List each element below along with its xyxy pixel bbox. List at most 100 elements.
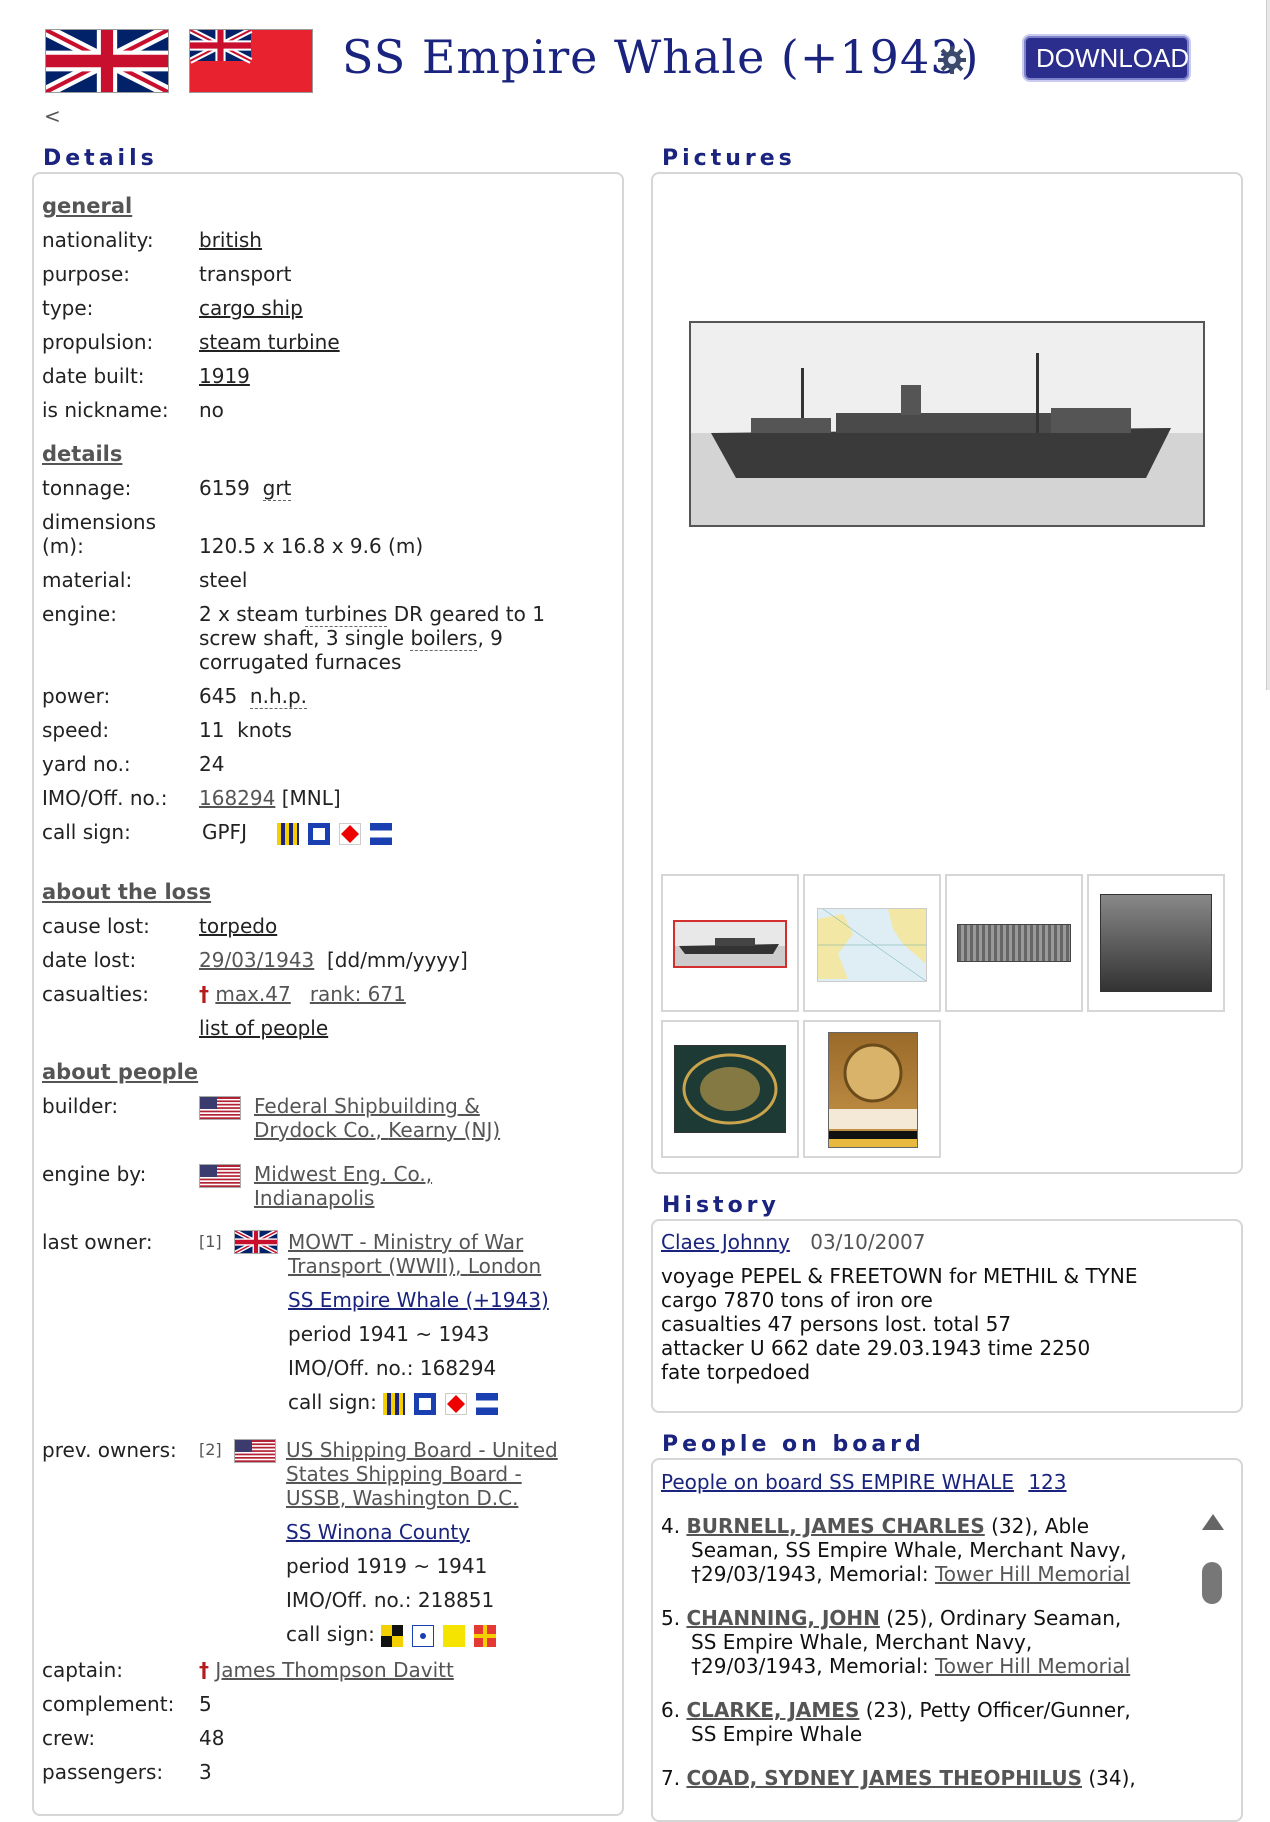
callsign-value: GPFJ — [202, 820, 401, 845]
people-on-board-link[interactable]: People on board SS EMPIRE WHALE — [661, 1470, 1014, 1494]
nationality-label: nationality: — [42, 228, 154, 252]
person-link[interactable]: CLARKE, JAMES — [686, 1698, 859, 1722]
specs-heading[interactable]: details — [42, 442, 122, 466]
engine-text: screw shaft, 3 single — [199, 626, 411, 650]
engine-by-line2[interactable]: Indianapolis — [254, 1186, 432, 1210]
prev-owner-line3a[interactable]: USSB — [286, 1486, 340, 1510]
memorial-link[interactable]: Tower Hill Memorial — [935, 1654, 1130, 1678]
list-of-people-link[interactable]: list of people — [199, 1016, 328, 1040]
page-edge-scrollbar[interactable] — [1266, 0, 1270, 690]
last-owner-link[interactable]: MOWT - Ministry of War Transport (WWII),… — [288, 1230, 541, 1278]
signal-flag-p-icon — [413, 1392, 436, 1415]
crew-value: 48 — [199, 1726, 225, 1750]
prev-owner-line3b[interactable]: Washington D.C. — [352, 1486, 518, 1510]
propulsion-link[interactable]: steam turbine — [199, 330, 340, 354]
history-text: voyage PEPEL & FREETOWN for METHIL & TYN… — [661, 1264, 1137, 1384]
dimensions-value: 120.5 x 16.8 x 9.6 (m) — [199, 534, 424, 558]
lloyds-book-cover — [828, 1032, 918, 1148]
callsign-text: GPFJ — [202, 820, 247, 844]
signal-flag-g-icon — [277, 822, 300, 845]
history-author-link[interactable]: Claes Johnny — [661, 1230, 790, 1254]
person-link[interactable]: CHANNING, JOHN — [686, 1606, 879, 1630]
history-meta: Claes Johnny 03/10/2007 — [661, 1230, 926, 1254]
last-owner-line2a[interactable]: Transport (WWII) — [288, 1254, 455, 1278]
list-item: 7. COAD, SYDNEY JAMES THEOPHILUS (34), — [661, 1766, 1201, 1790]
date-lost-day-link[interactable]: 29/03/ — [199, 948, 263, 972]
prev-owner-ship-link[interactable]: SS Winona County — [286, 1520, 470, 1544]
person-link[interactable]: BURNELL, JAMES CHARLES — [686, 1514, 984, 1538]
purpose-label: purpose: — [42, 262, 130, 286]
builder-line2b[interactable]: Kearny (NJ) — [388, 1118, 500, 1142]
thumbnail-map[interactable] — [803, 874, 941, 1012]
date-built-link[interactable]: 1919 — [199, 364, 250, 388]
complement-label: complement: — [42, 1692, 175, 1716]
complement-value: 5 — [199, 1692, 212, 1716]
person-link[interactable]: COAD, SYDNEY JAMES THEOPHILUS — [686, 1766, 1082, 1790]
last-owner-callsign: call sign: — [288, 1390, 507, 1415]
type-label: type: — [42, 296, 94, 320]
power-number: 645 — [199, 684, 238, 708]
imo-value: 168294 [MNL] — [199, 786, 341, 810]
people-heading[interactable]: about people — [42, 1060, 198, 1084]
speed-label: speed: — [42, 718, 110, 742]
scroll-up-arrow-icon[interactable] — [1200, 1512, 1226, 1532]
map-image — [817, 908, 927, 982]
builder-link[interactable]: Federal Shipbuilding & Drydock Co., Kear… — [254, 1094, 500, 1142]
nationality-link[interactable]: british — [199, 228, 262, 252]
engine-by-link[interactable]: Midwest Eng. Co., Indianapolis — [254, 1162, 432, 1210]
date-built-label: date built: — [42, 364, 145, 388]
thumbnail-ship-plan[interactable] — [945, 874, 1083, 1012]
builder-line2a[interactable]: Drydock Co. — [254, 1118, 376, 1142]
download-button[interactable]: DOWNLOAD — [1024, 36, 1189, 80]
people-on-board-heading: People on board — [662, 1432, 925, 1457]
yard-label: yard no.: — [42, 752, 131, 776]
builder-line1[interactable]: Federal Shipbuilding & — [254, 1094, 500, 1118]
main-ship-photo[interactable] — [689, 321, 1205, 527]
history-line: fate torpedoed — [661, 1360, 811, 1384]
crew-label: crew: — [42, 1726, 96, 1750]
captain-link[interactable]: James Thompson Davitt — [215, 1658, 453, 1682]
prev-owner-line2[interactable]: States Shipping Board - — [286, 1462, 558, 1486]
casualties-rank-link[interactable]: rank: 671 — [310, 982, 406, 1006]
settings-gear-icon[interactable] — [936, 44, 968, 76]
thumbnail-factory[interactable] — [1087, 874, 1225, 1012]
general-heading[interactable]: general — [42, 194, 132, 218]
signal-flag-w-icon — [380, 1624, 403, 1647]
thumbnail-ship[interactable] — [661, 874, 799, 1012]
dimensions-label: dimensions (m): — [42, 510, 156, 558]
us-flag-icon — [234, 1439, 276, 1463]
people-count-link[interactable]: 123 — [1028, 1470, 1066, 1494]
prev-owner-link[interactable]: US Shipping Board - United States Shippi… — [286, 1438, 558, 1510]
engine-by-line1[interactable]: Midwest Eng. Co., — [254, 1162, 432, 1186]
scrollbar-thumb[interactable] — [1202, 1562, 1222, 1604]
memorial-link[interactable]: Tower Hill Memorial — [935, 1562, 1130, 1586]
loss-heading[interactable]: about the loss — [42, 880, 211, 904]
cause-link[interactable]: torpedo — [199, 914, 277, 938]
nickname-value: no — [199, 398, 224, 422]
material-label: material: — [42, 568, 133, 592]
person-details: (23), Petty Officer/Gunner, — [859, 1698, 1131, 1722]
engine-label: engine: — [42, 602, 117, 626]
prev-owner-callsign-label: call sign: — [286, 1622, 375, 1646]
thumbnail-lloyds-book[interactable] — [803, 1020, 941, 1158]
item-number: 5. — [661, 1606, 681, 1630]
item-number: 6. — [661, 1698, 681, 1722]
casualties-max-link[interactable]: max.47 — [215, 982, 290, 1006]
signal-flag-g-icon — [382, 1392, 405, 1415]
date-lost-year-link[interactable]: 1943 — [263, 948, 314, 972]
date-format: [dd/mm/yyyy] — [327, 948, 468, 972]
thumbnail-lloyds-register[interactable] — [661, 1020, 799, 1158]
imo-link[interactable]: 168294 — [199, 786, 275, 810]
list-item: 6. CLARKE, JAMES (23), Petty Officer/Gun… — [661, 1698, 1201, 1746]
last-owner-line2b[interactable]: London — [468, 1254, 541, 1278]
power-unit: n.h.p. — [249, 684, 308, 709]
last-owner-ship-link[interactable]: SS Empire Whale (+1943) — [288, 1288, 549, 1312]
prev-owner-line1[interactable]: US Shipping Board - United — [286, 1438, 558, 1462]
page-title: SS Empire Whale (+1943) — [342, 30, 980, 84]
type-link[interactable]: cargo ship — [199, 296, 303, 320]
prev-owners-count: [2] — [199, 1440, 222, 1459]
last-owner-line1[interactable]: MOWT - Ministry of War — [288, 1230, 541, 1254]
engine-by-label: engine by: — [42, 1162, 147, 1186]
back-link[interactable]: < — [44, 104, 61, 128]
date-lost-label: date lost: — [42, 948, 137, 972]
